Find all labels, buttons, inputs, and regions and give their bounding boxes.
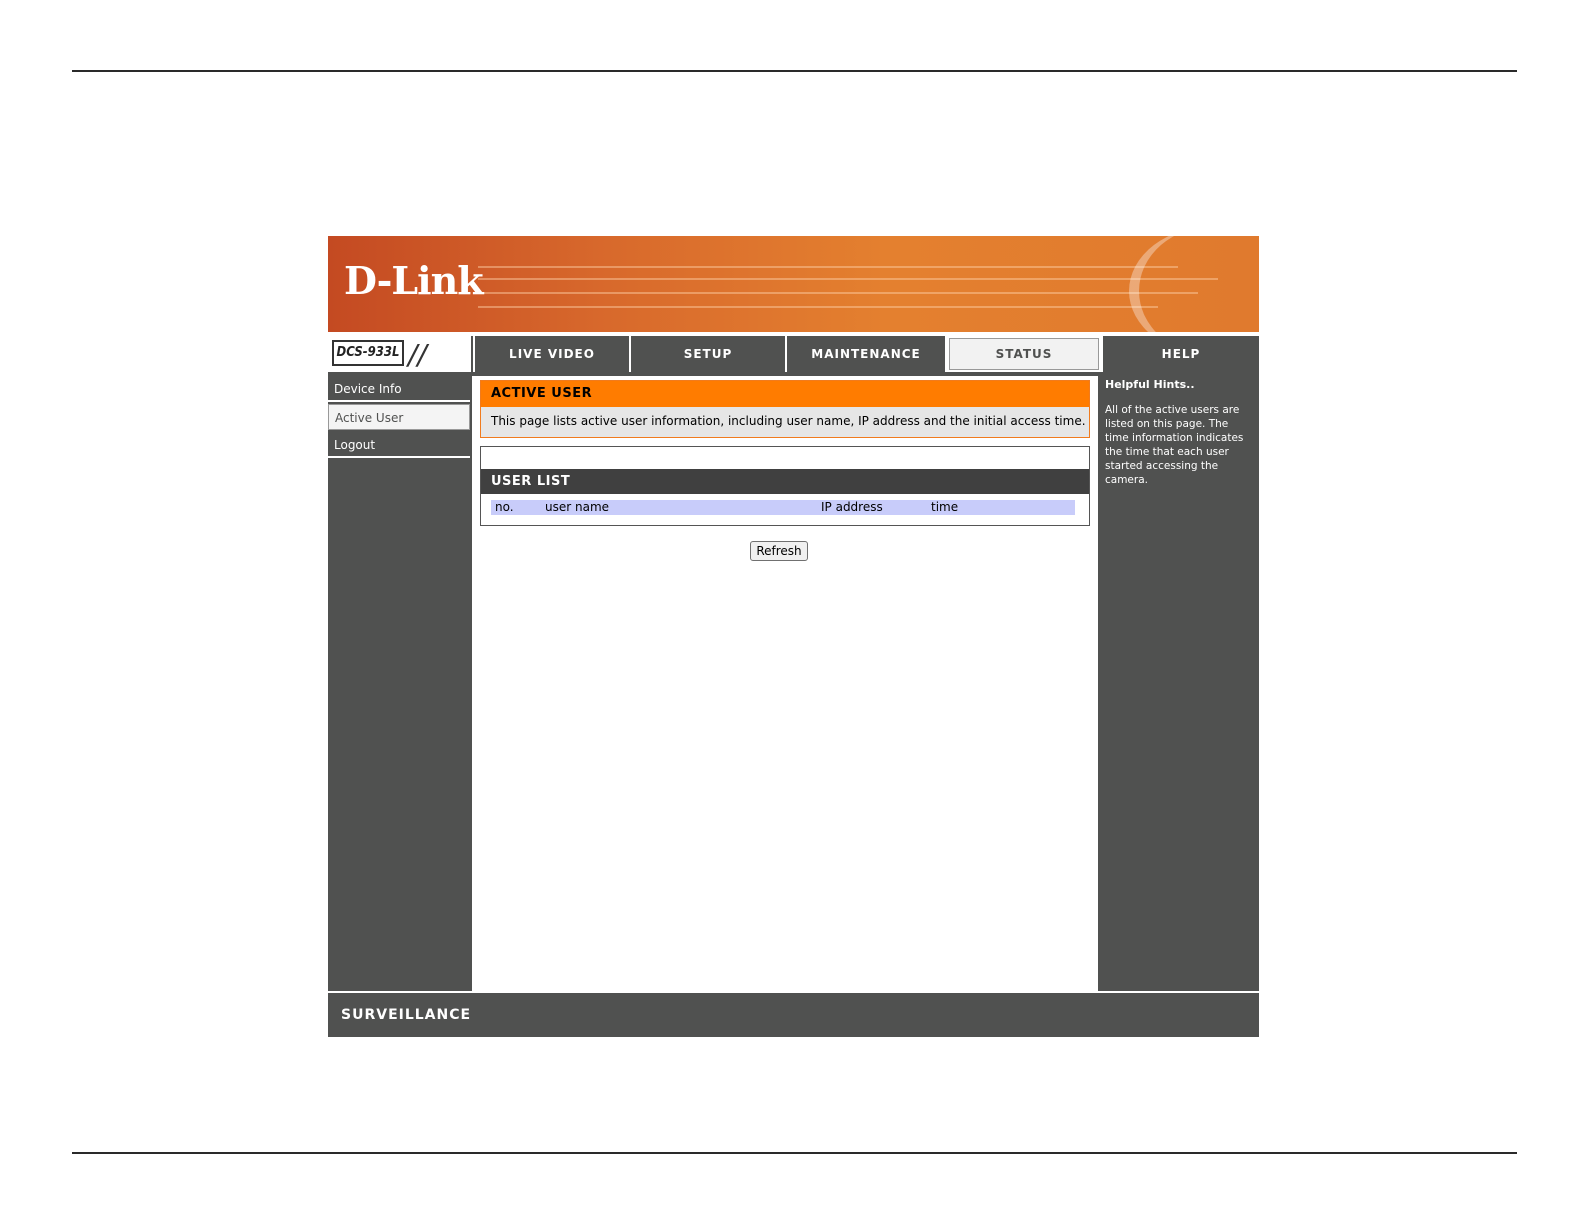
tab-label: HELP	[1161, 347, 1201, 361]
banner-streak	[478, 278, 1218, 280]
user-list-title: USER LIST	[481, 469, 1089, 494]
sidebar: Device Info Active User Logout	[328, 376, 470, 991]
tab-setup[interactable]: SETUP	[629, 336, 785, 372]
sidebar-item-device-info[interactable]: Device Info	[328, 376, 470, 402]
tab-label: LIVE VIDEO	[509, 347, 595, 361]
banner-swoosh	[1129, 236, 1259, 332]
tab-label: SETUP	[683, 347, 733, 361]
column-no: no.	[495, 500, 514, 514]
model-badge: DCS-933L //	[328, 336, 473, 372]
help-text: All of the active users are listed on th…	[1105, 404, 1244, 486]
surveillance-logo: SURVEILLANCE	[341, 1007, 472, 1023]
column-user-name: user name	[545, 500, 610, 514]
tab-maintenance[interactable]: MAINTENANCE	[785, 336, 945, 372]
section-title: ACTIVE USER	[481, 381, 1089, 407]
tab-label: STATUS	[949, 338, 1099, 370]
page-bottom-rule	[72, 1152, 1517, 1154]
help-title: Helpful Hints..	[1105, 378, 1195, 391]
tab-label: MAINTENANCE	[811, 347, 921, 361]
tab-live-video[interactable]: LIVE VIDEO	[473, 336, 629, 372]
banner-streak	[478, 306, 1158, 308]
page-top-rule	[72, 70, 1517, 72]
sidebar-item-active-user[interactable]: Active User	[328, 404, 470, 430]
active-user-panel: ACTIVE USER This page lists active user …	[480, 380, 1090, 438]
camera-web-ui: D-Link DCS-933L // LIVE VIDEO SETUP MAIN…	[328, 236, 1259, 1037]
sidebar-item-logout[interactable]: Logout	[328, 432, 470, 458]
user-list-box: USER LIST no. user name IP address time	[480, 446, 1090, 526]
banner-streak	[478, 292, 1198, 294]
main-content: ACTIVE USER This page lists active user …	[472, 376, 1098, 991]
help-panel: Helpful Hints.. All of the active users …	[1101, 376, 1259, 991]
header-banner: D-Link	[328, 236, 1259, 332]
footer: SURVEILLANCE	[328, 991, 1259, 1037]
section-description: This page lists active user information,…	[491, 414, 1086, 428]
top-nav: DCS-933L // LIVE VIDEO SETUP MAINTENANCE…	[328, 336, 1259, 372]
model-label: DCS-933L	[332, 340, 404, 366]
dlink-logo: D-Link	[344, 258, 484, 303]
user-list-header-row: no. user name IP address time	[491, 500, 1075, 515]
refresh-button[interactable]: Refresh	[750, 541, 808, 561]
column-ip-address: IP address	[821, 500, 883, 514]
tab-status[interactable]: STATUS	[945, 336, 1101, 372]
column-time: time	[931, 500, 959, 514]
banner-streak	[478, 266, 1178, 268]
slashes-icon: //	[408, 338, 427, 371]
tab-help[interactable]: HELP	[1101, 336, 1259, 372]
